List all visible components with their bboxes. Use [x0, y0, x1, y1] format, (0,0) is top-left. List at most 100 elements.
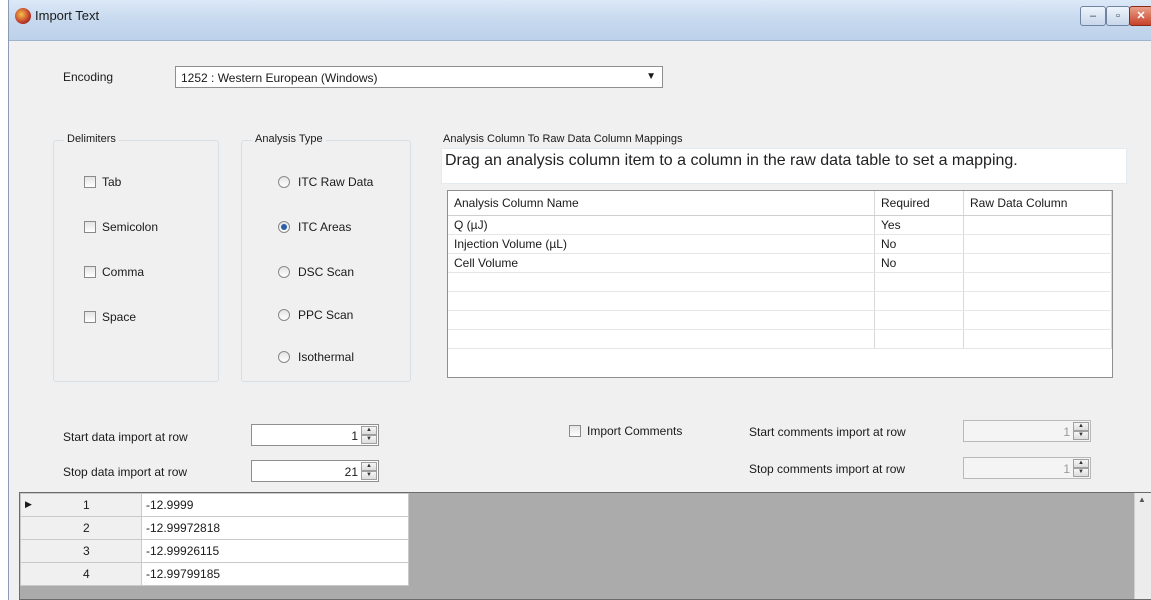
radio-button-selected[interactable]: [278, 221, 290, 233]
semicolon-checkbox[interactable]: Semicolon: [84, 219, 158, 235]
table-cell[interactable]: -12.99799185: [141, 562, 409, 586]
row-number: 1: [83, 498, 90, 512]
table-cell[interactable]: No: [874, 234, 964, 254]
import-comments-checkbox[interactable]: Import Comments: [569, 424, 682, 438]
row-number: 3: [83, 544, 90, 558]
close-button[interactable]: ✕: [1129, 6, 1151, 26]
spin-up-icon[interactable]: ▲: [361, 462, 377, 471]
minimize-button[interactable]: –: [1080, 6, 1106, 26]
table-cell[interactable]: Injection Volume (µL): [448, 234, 875, 254]
radio-itc-areas[interactable]: ITC Areas: [278, 219, 351, 235]
space-label: Space: [102, 310, 137, 324]
table-row[interactable]: 3 -12.99926115: [20, 539, 409, 563]
spin-up-icon: ▲: [1073, 459, 1089, 468]
analysis-type-title: Analysis Type: [252, 133, 326, 145]
spin-up-icon[interactable]: ▲: [361, 426, 377, 435]
maximize-button[interactable]: ▫: [1106, 6, 1130, 26]
stop-comments-spinner: 1 ▲ ▼: [963, 457, 1091, 479]
ppc-scan-label: PPC Scan: [298, 308, 354, 322]
mappings-hint-banner: Drag an analysis column item to a column…: [441, 148, 1127, 184]
semicolon-label: Semicolon: [102, 220, 159, 234]
encoding-dropdown[interactable]: 1252 : Western European (Windows) ▼: [175, 66, 663, 88]
table-cell[interactable]: Q (µJ): [448, 215, 875, 235]
table-cell[interactable]: -12.9999: [141, 493, 409, 517]
import-text-window: Import Text – ▫ ✕ Encoding 1252 : Wester…: [8, 0, 1151, 600]
itc-raw-data-label: ITC Raw Data: [298, 175, 374, 189]
spin-down-icon: ▼: [1073, 468, 1089, 477]
table-cell[interactable]: -12.99972818: [141, 516, 409, 540]
table-cell[interactable]: -12.99926115: [141, 539, 409, 563]
scroll-up-icon[interactable]: ▲: [1138, 495, 1146, 504]
column-header[interactable]: Analysis Column Name: [448, 191, 875, 216]
radio-button[interactable]: [278, 309, 290, 321]
column-header[interactable]: Required: [874, 191, 964, 216]
table-row[interactable]: ▶ 1 -12.9999: [20, 493, 409, 517]
radio-itc-raw-data[interactable]: ITC Raw Data: [278, 174, 373, 190]
stop-row-spinner[interactable]: 21 ▲ ▼: [251, 460, 379, 482]
table-row[interactable]: 4 -12.99799185: [20, 562, 409, 586]
delimiters-group: Delimiters Tab Semicolon Comma Space: [53, 133, 219, 382]
analysis-type-group: Analysis Type ITC Raw Data ITC Areas DSC…: [241, 133, 411, 382]
table-cell[interactable]: No: [874, 253, 964, 273]
delimiters-title: Delimiters: [64, 133, 119, 145]
space-checkbox[interactable]: Space: [84, 309, 136, 325]
checkbox-box[interactable]: [569, 425, 581, 437]
isothermal-label: Isothermal: [298, 350, 355, 364]
mappings-table[interactable]: Analysis Column Name Required Raw Data C…: [447, 190, 1113, 378]
import-comments-label: Import Comments: [587, 424, 683, 438]
row-number: 2: [83, 521, 90, 535]
comma-checkbox[interactable]: Comma: [84, 264, 144, 280]
itc-areas-label: ITC Areas: [298, 220, 352, 234]
stop-row-value[interactable]: 21: [345, 465, 358, 479]
row-header[interactable]: ▶ 1: [20, 493, 142, 517]
start-row-value[interactable]: 1: [351, 429, 358, 443]
column-header[interactable]: Raw Data Column: [963, 191, 1112, 216]
tab-checkbox[interactable]: Tab: [84, 174, 121, 190]
row-header[interactable]: 3: [20, 539, 142, 563]
checkbox-box[interactable]: [84, 221, 96, 233]
table-row[interactable]: Injection Volume (µL) No: [448, 234, 1112, 254]
checkbox-box[interactable]: [84, 266, 96, 278]
table-cell[interactable]: [963, 215, 1112, 235]
radio-isothermal[interactable]: Isothermal: [278, 349, 354, 365]
table-cell[interactable]: [963, 234, 1112, 254]
table-cell[interactable]: [963, 253, 1112, 273]
radio-button[interactable]: [278, 351, 290, 363]
raw-data-grid[interactable]: ▶ 1 -12.9999 2 -12.99972818 3 -12.999261…: [19, 492, 1151, 600]
radio-ppc-scan[interactable]: PPC Scan: [278, 307, 353, 323]
dsc-scan-label: DSC Scan: [298, 265, 355, 279]
table-cell[interactable]: Cell Volume: [448, 253, 875, 273]
radio-button[interactable]: [278, 266, 290, 278]
spin-down-icon: ▼: [1073, 431, 1089, 440]
empty-row: [448, 329, 1112, 349]
start-row-spinner[interactable]: 1 ▲ ▼: [251, 424, 379, 446]
current-row-arrow-icon: ▶: [25, 499, 32, 509]
row-header[interactable]: 4: [20, 562, 142, 586]
radio-button[interactable]: [278, 176, 290, 188]
spin-down-icon[interactable]: ▼: [361, 435, 377, 444]
start-row-label: Start data import at row: [63, 430, 188, 444]
mappings-header-row: Analysis Column Name Required Raw Data C…: [448, 191, 1112, 216]
start-comments-value: 1: [1063, 425, 1070, 439]
table-row[interactable]: Q (µJ) Yes: [448, 215, 1112, 235]
radio-dsc-scan[interactable]: DSC Scan: [278, 264, 354, 280]
title-bar: Import Text – ▫ ✕: [9, 0, 1151, 41]
checkbox-box[interactable]: [84, 176, 96, 188]
table-row[interactable]: Cell Volume No: [448, 253, 1112, 273]
row-header[interactable]: 2: [20, 516, 142, 540]
encoding-value: 1252 : Western European (Windows): [181, 71, 378, 85]
table-row[interactable]: 2 -12.99972818: [20, 516, 409, 540]
encoding-label: Encoding: [63, 70, 114, 84]
vertical-scrollbar[interactable]: ▲: [1134, 493, 1151, 599]
start-comments-spinner: 1 ▲ ▼: [963, 420, 1091, 442]
comma-label: Comma: [102, 265, 145, 279]
tab-label: Tab: [102, 175, 122, 189]
spin-down-icon[interactable]: ▼: [361, 471, 377, 480]
mappings-title: Analysis Column To Raw Data Column Mappi…: [443, 133, 683, 145]
row-number: 4: [83, 567, 90, 581]
stop-row-label: Stop data import at row: [63, 465, 188, 479]
table-cell[interactable]: Yes: [874, 215, 964, 235]
empty-row: [448, 291, 1112, 311]
checkbox-box[interactable]: [84, 311, 96, 323]
stop-comments-value: 1: [1063, 462, 1070, 476]
